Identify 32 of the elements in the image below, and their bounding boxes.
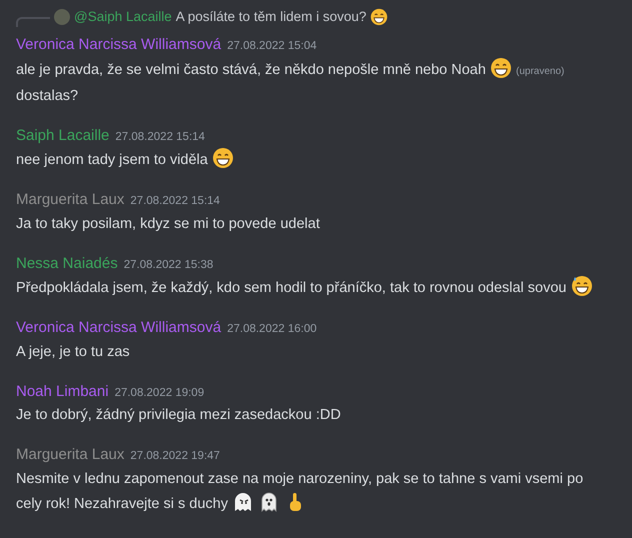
timestamp: 27.08.2022 15:04 [227, 39, 317, 54]
grin-face-icon [370, 8, 388, 26]
grin-face-icon [490, 56, 512, 78]
message-text: Nesmite v lednu zapomenout zase na moje narozeniny, pak se to tahne s vami vsemi po [16, 470, 584, 486]
sweat-grin-face-icon [570, 275, 593, 297]
timestamp: 27.08.2022 19:09 [114, 386, 204, 400]
message-text: Předpokládala jsem, že každý, kdo sem hodil to přáníčko, tak to rovnou odeslal sovou [16, 280, 566, 296]
timestamp: 27.08.2022 15:14 [130, 194, 220, 209]
timestamp: 27.08.2022 15:14 [115, 130, 205, 144]
author-name[interactable]: Saiph Lacaille [16, 124, 110, 147]
edited-label: (upraveno) [516, 66, 564, 76]
timestamp: 27.08.2022 19:47 [130, 449, 220, 464]
message-text: Ja to taky posilam, kdyz se mi to povede udelat [16, 216, 320, 232]
author-name[interactable]: Nessa Naiadés [16, 252, 118, 275]
reply-mention[interactable]: @Saiph Lacaille [74, 6, 172, 28]
author-name[interactable]: Veronica Narcissa Williamsová [16, 317, 222, 340]
timestamp: 27.08.2022 16:00 [227, 322, 317, 337]
message-text: ale je pravda, že se velmi často stává, že někdo nepošle mně nebo Noah [16, 62, 486, 78]
message-text: dostalas? [16, 88, 78, 104]
message-text: cely rok! Nezahravejte si s duchy [16, 496, 228, 512]
author-name[interactable]: Marguerita Laux [16, 444, 124, 466]
author-name[interactable]: Marguerita Laux [16, 189, 124, 212]
reply-text: A posíláte to těm lidem i sovou? [176, 8, 366, 26]
avatar [54, 9, 70, 25]
message-text: A jeje, je to tu zas [16, 344, 130, 360]
author-name[interactable]: Noah Limbani [16, 380, 109, 403]
grin-face-icon [212, 147, 234, 169]
author-name[interactable]: Veronica Narcissa Williamsová [16, 34, 222, 56]
timestamp: 27.08.2022 15:38 [124, 258, 214, 272]
message-text: Je to dobrý, žádný privilegia mezi zasedackou :DD [16, 407, 341, 423]
message-text: nee jenom tady jsem to viděla [16, 152, 208, 168]
reply-line [16, 17, 50, 27]
